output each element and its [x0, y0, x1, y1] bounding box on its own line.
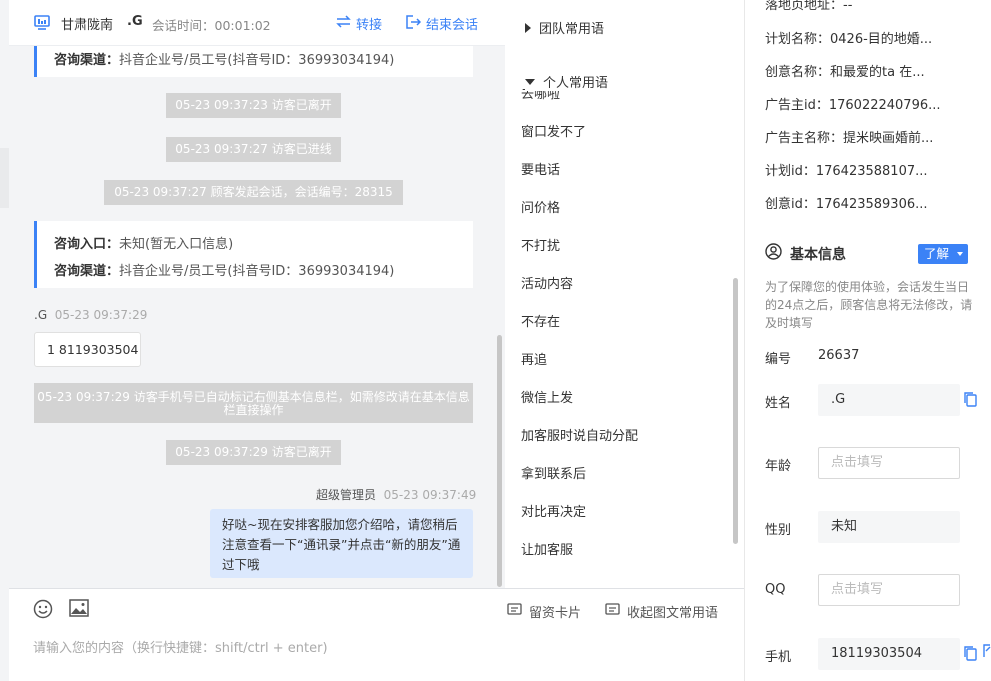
agent-message-meta: 超级管理员 05-23 09:37:49	[316, 486, 476, 503]
channel-value: 抖音企业号/员工号(抖音号ID：36993034194)	[119, 264, 395, 279]
advertiser-id-field: 广告主id：176022240796...	[765, 98, 941, 113]
sender-name: .G	[34, 308, 48, 322]
phrase-item[interactable]: 活动内容	[521, 273, 573, 292]
system-message: 05-23 09:37:23 访客已离开	[166, 93, 341, 118]
image-icon[interactable]	[69, 599, 89, 621]
phrase-item[interactable]: 不打扰	[521, 235, 560, 254]
external-link-icon[interactable]	[983, 644, 991, 662]
visitor-region: 甘肃陇南	[61, 18, 114, 33]
phrase-item[interactable]: 窗口发不了	[521, 121, 586, 140]
caret-down-icon	[525, 78, 535, 85]
basic-info-label: 基本信息	[790, 246, 846, 263]
phrase-item[interactable]: 拿到联系后	[521, 463, 586, 482]
message-list[interactable]: 咨询渠道：抖音企业号/员工号(抖音号ID：36993034194) 05-23 …	[9, 46, 505, 588]
common-phrases-panel: 团队常用语 去哪啦 窗口发不了 要电话 问价格 不打扰 活动内容 不存在 再追 …	[505, 0, 745, 681]
basic-info-title: 基本信息	[765, 243, 846, 264]
plan-id-field: 计划id：176423588107...	[765, 164, 928, 179]
caret-right-icon	[525, 22, 531, 33]
emoji-icon[interactable]	[33, 599, 53, 623]
lead-card-button[interactable]: 留资卡片	[507, 602, 581, 621]
phrase-item[interactable]: 问价格	[521, 197, 560, 216]
user-circle-icon	[765, 243, 782, 264]
learn-more-button[interactable]: 了解	[918, 244, 968, 264]
phrase-item[interactable]: 再追	[521, 349, 547, 368]
visitor-message-bubble: 1 8119303504	[34, 332, 141, 367]
left-edge-strip	[0, 148, 9, 208]
collapse-phrases-label: 收起图文常用语	[627, 606, 719, 621]
message-time: 05-23 09:37:29	[54, 308, 148, 322]
phrase-item[interactable]: 加客服时说自动分配	[521, 425, 638, 444]
copy-icon[interactable]	[964, 392, 977, 411]
input-area: 请输入您的内容（换行快捷键：shift/ctrl + enter)	[9, 588, 505, 681]
qq-label: QQ	[765, 582, 786, 597]
phrase-item[interactable]: 对比再决定	[521, 501, 586, 520]
end-session-button[interactable]: 结束会话	[406, 14, 478, 33]
personal-phrases-label: 个人常用语	[543, 76, 609, 91]
phrase-item[interactable]: 让加客服	[521, 539, 573, 558]
copy-icon[interactable]	[964, 646, 977, 665]
id-label: 编号	[765, 352, 792, 367]
transfer-label: 转接	[356, 18, 383, 33]
age-label: 年龄	[765, 459, 792, 474]
channel-card: 咨询渠道：抖音企业号/员工号(抖音号ID：36993034194)	[34, 46, 473, 77]
phrases-footer: 留资卡片 收起图文常用语	[505, 588, 744, 632]
session-time: 会话时间：00:01:02	[152, 18, 271, 33]
phone-label: 手机	[765, 650, 792, 665]
phrase-list[interactable]: 去哪啦 窗口发不了 要电话 问价格 不打扰 活动内容 不存在 再追 微信上发 加…	[505, 88, 735, 568]
transfer-icon	[336, 15, 351, 32]
team-phrases-label: 团队常用语	[539, 22, 605, 37]
visitor-name: .G	[127, 14, 143, 29]
phone-field: 18119303504	[818, 638, 960, 670]
system-message: 05-23 09:37:29 访客已离开	[166, 440, 341, 465]
team-phrases-group[interactable]: 团队常用语	[525, 18, 604, 37]
monitor-icon	[34, 15, 50, 34]
phrase-item[interactable]: 要电话	[521, 159, 560, 178]
chat-panel: 甘肃陇南 .G 会话时间：00:01:02 转接 结束会话 咨询渠道：抖音企业号…	[0, 0, 505, 681]
collapse-phrases-button[interactable]: 收起图文常用语	[605, 602, 718, 621]
customer-info-panel: 落地页地址：-- 计划名称：0426-目的地婚... 创意名称：和最爱的ta 在…	[745, 0, 991, 681]
transfer-button[interactable]: 转接	[336, 14, 382, 33]
age-input[interactable]: 点击填写	[818, 447, 960, 479]
end-session-label: 结束会话	[426, 18, 479, 33]
name-label: 姓名	[765, 396, 792, 411]
visitor-message-meta: .G 05-23 09:37:29	[34, 308, 147, 322]
agent-message-bubble: 好哒~现在安排客服加您介绍哈，请您稍后注意查看一下“通讯录”并点击“新的朋友”通…	[210, 509, 473, 578]
system-message: 05-23 09:37:27 顾客发起会话，会话编号：28315	[104, 180, 403, 205]
sender-name: 超级管理员	[316, 488, 377, 502]
id-value: 26637	[818, 348, 860, 363]
system-message: 05-23 09:37:27 访客已进线	[166, 137, 341, 162]
card-icon	[605, 603, 620, 620]
gender-field[interactable]: 未知	[818, 511, 960, 543]
entry-card: 咨询入口：未知(暂无入口信息) 咨询渠道：抖音企业号/员工号(抖音号ID：369…	[34, 221, 473, 288]
plan-name-field: 计划名称：0426-目的地婚...	[765, 32, 933, 47]
channel-label: 咨询渠道：	[54, 264, 120, 279]
chat-scrollbar[interactable]	[497, 335, 502, 587]
lead-card-label: 留资卡片	[529, 606, 582, 621]
card-icon	[507, 603, 522, 620]
edit-hint: 为了保障您的使用体验，会话发生当日的24点之后，顾客信息将无法修改，请及时填写	[765, 280, 973, 330]
creative-name-field: 创意名称：和最爱的ta 在...	[765, 65, 925, 80]
system-message: 05-23 09:37:29 访客手机号已自动标记右侧基本信息栏，如需修改请在基…	[34, 383, 473, 423]
phrase-scrollbar[interactable]	[733, 278, 738, 544]
entry-value: 未知(暂无入口信息)	[119, 237, 234, 252]
qq-input[interactable]: 点击填写	[818, 574, 960, 606]
advertiser-name-field: 广告主名称：提米映画婚前...	[765, 131, 934, 146]
creative-id-field: 创意id：176423589306...	[765, 197, 928, 212]
landing-page-field: 落地页地址：--	[765, 0, 853, 13]
gender-label: 性别	[765, 523, 792, 538]
personal-phrases-group[interactable]: 个人常用语	[525, 72, 619, 91]
entry-label: 咨询入口：	[54, 237, 120, 252]
phrase-item[interactable]: 微信上发	[521, 387, 573, 406]
phrase-item[interactable]: 不存在	[521, 311, 560, 330]
channel-value: 抖音企业号/员工号(抖音号ID：36993034194)	[119, 53, 395, 68]
chat-header: 甘肃陇南 .G 会话时间：00:01:02 转接 结束会话	[9, 0, 505, 46]
message-input[interactable]: 请输入您的内容（换行快捷键：shift/ctrl + enter)	[33, 637, 328, 656]
name-field: .G	[818, 384, 960, 416]
channel-label: 咨询渠道：	[54, 53, 120, 68]
exit-icon	[406, 14, 422, 33]
message-time: 05-23 09:37:49	[383, 488, 477, 502]
